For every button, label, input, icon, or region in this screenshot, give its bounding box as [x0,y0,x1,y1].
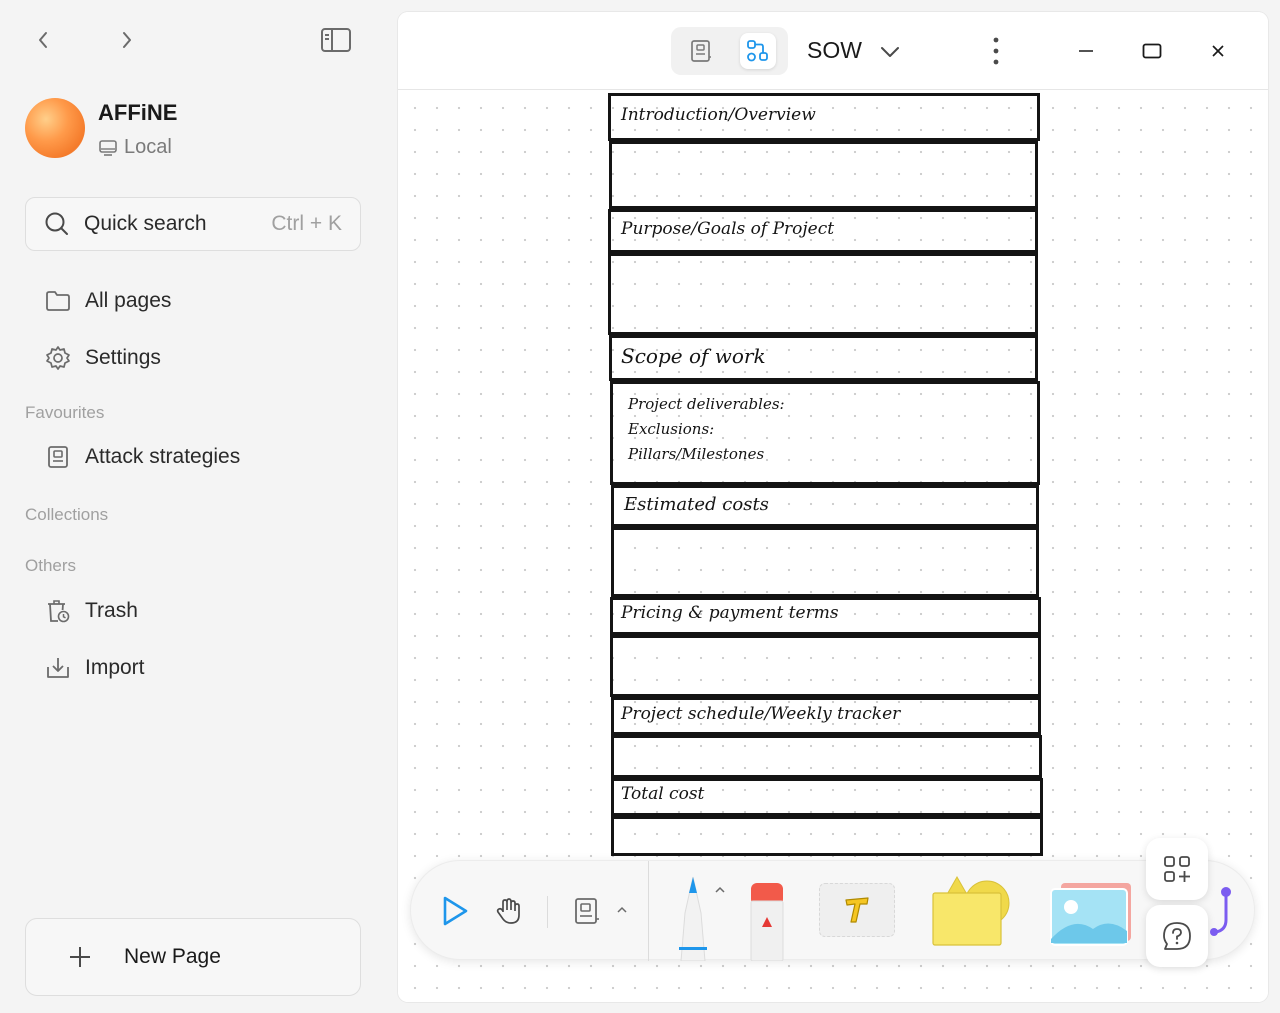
editor-mode-switch [671,27,788,75]
edgeless-toolbar [410,860,1255,962]
maximize-icon [1142,43,1162,59]
quick-search-shortcut: Ctrl + K [271,212,342,235]
connector-tool-button[interactable] [1208,884,1236,940]
hand-icon [496,898,520,924]
sketch-row-blank-4[interactable] [610,635,1041,697]
sidebar-item-all-pages[interactable]: All pages [45,286,171,316]
sketch-row-blank-6[interactable] [611,816,1043,856]
workspace-avatar [25,98,85,158]
local-computer-icon [99,139,117,156]
grid-add-icon [1164,856,1190,882]
select-tool-button[interactable] [437,893,473,929]
section-pricing: Pricing & payment terms [621,603,839,623]
pen-icon [679,876,707,962]
image-icon [1050,883,1131,946]
minimize-window-button[interactable] [1072,38,1100,64]
pointer-icon [443,896,468,926]
page-icon [575,898,599,924]
sketch-row-blank-2[interactable] [608,253,1038,335]
text-tool-icon [845,897,869,923]
favourites-heading: Favourites [25,403,105,422]
eraser-icon [750,883,784,962]
more-tools-button[interactable] [1146,838,1208,900]
section-estimated-costs: Estimated costs [624,494,769,515]
workspace-name: AFFiNE [98,100,178,125]
text-tool-button[interactable] [819,883,895,937]
sidebar-item-label: Trash [85,599,138,622]
edgeless-mode-icon [747,40,768,62]
others-heading: Others [25,556,77,575]
quick-search-label: Quick search [84,212,207,235]
note-tool-button[interactable] [569,893,605,929]
import-icon [47,658,69,678]
plus-icon [70,947,90,967]
chevron-up-icon [617,906,627,913]
minimize-icon [1079,50,1093,52]
chevron-right-icon [123,32,131,48]
toggle-sidebar-button[interactable] [318,24,354,56]
close-window-button[interactable] [1204,38,1232,64]
workspace-type: Local [98,136,172,159]
scope-exclusions: Exclusions: [628,420,715,438]
shape-tool-button[interactable] [929,875,1015,947]
pen-tool-expand-button[interactable] [711,881,729,899]
toolbar-divider [547,896,548,928]
sidebar-item-label: Attack strategies [85,445,241,468]
forward-button[interactable] [112,26,142,54]
chevron-down-icon [881,47,899,57]
sidebar-item-attack-strategies[interactable]: Attack strategies [45,442,240,472]
help-icon [1163,922,1191,950]
sidebar-item-label: All pages [85,289,172,312]
sidebar-toggle-icon [321,28,351,52]
folder-icon [46,291,70,311]
search-icon [45,212,68,235]
more-vertical-icon [993,37,999,65]
quick-search-button[interactable]: Quick search Ctrl + K [25,197,361,251]
trash-icon [48,600,70,623]
hand-tool-button[interactable] [491,893,527,929]
pen-tool-button[interactable] [673,873,713,962]
maximize-window-button[interactable] [1138,38,1166,64]
section-total-cost: Total cost [621,784,705,804]
sidebar: AFFiNE Local Quick search Ctrl + K All p… [0,0,398,1013]
image-tool-button[interactable] [1049,881,1133,947]
scope-deliverables: Project deliverables: [628,395,785,413]
shapes-icon [932,875,1010,946]
sidebar-item-label: Import [85,656,145,679]
help-button[interactable] [1146,905,1208,967]
workspace-type-label: Local [124,136,172,158]
section-purpose: Purpose/Goals of Project [621,219,835,239]
page-icon [48,446,68,468]
back-button[interactable] [28,26,58,54]
scope-milestones: Pillars/Milestones [628,445,765,463]
chevron-left-icon [39,32,47,48]
sketch-row-blank-3[interactable] [611,527,1039,597]
section-introduction: Introduction/Overview [621,105,816,125]
section-schedule: Project schedule/Weekly tracker [621,704,901,724]
toolbar-divider [648,861,649,961]
page-mode-icon [691,40,711,62]
gear-icon [46,346,70,370]
page-mode-button[interactable] [683,33,719,69]
page-title[interactable]: SOW [807,37,862,64]
sketch-row-blank-1[interactable] [609,141,1038,209]
connector-icon [1210,887,1231,936]
new-page-label: New Page [124,945,221,968]
title-dropdown-button[interactable] [876,40,904,64]
new-page-button[interactable]: New Page [25,918,361,996]
close-icon [1212,45,1224,57]
collections-heading[interactable]: Collections [25,505,108,525]
chevron-up-icon [715,886,725,893]
page-header: SOW [398,12,1268,90]
sidebar-item-label: Settings [85,346,161,369]
section-scope: Scope of work [621,344,766,368]
more-options-button[interactable] [986,34,1006,68]
note-tool-expand-button[interactable] [613,901,631,919]
sidebar-item-import[interactable]: Import [45,653,145,683]
sidebar-item-trash[interactable]: Trash [45,596,138,626]
eraser-tool-button[interactable] [747,881,787,962]
sketch-row-blank-5[interactable] [611,735,1042,778]
sidebar-item-settings[interactable]: Settings [45,343,161,373]
edgeless-mode-button[interactable] [740,33,776,69]
